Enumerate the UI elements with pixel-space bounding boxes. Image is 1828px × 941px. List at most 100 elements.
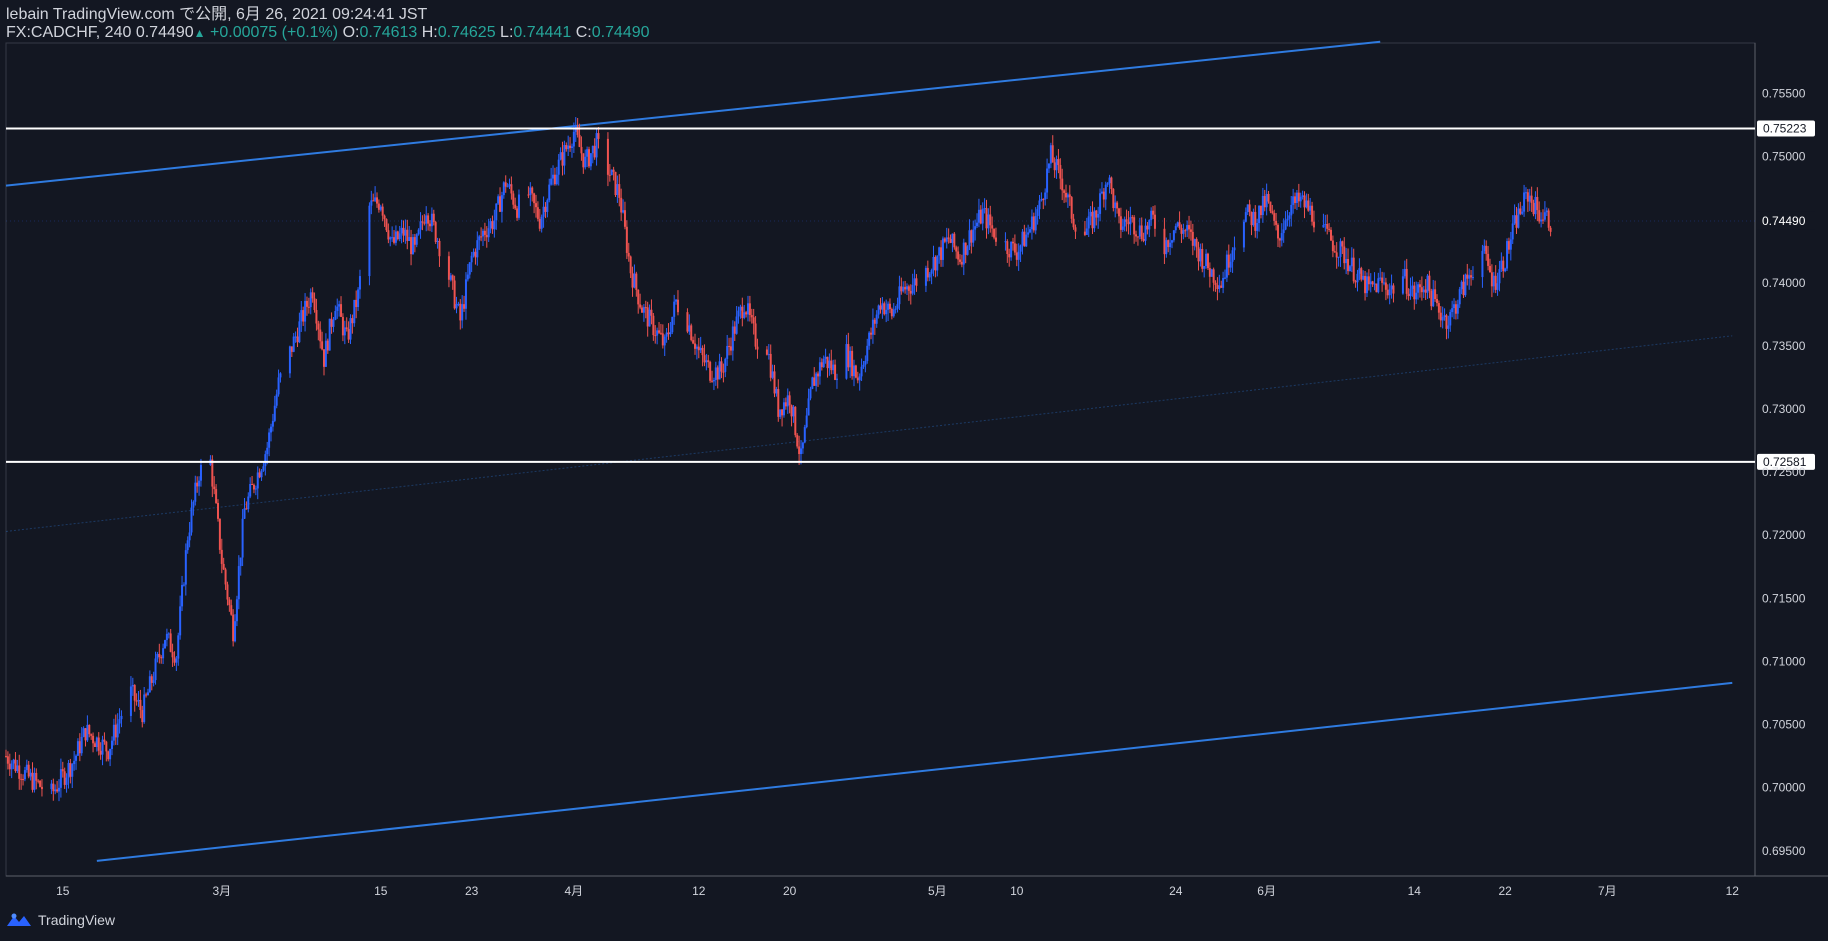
candle-body [271,420,274,427]
candle-body [143,694,146,723]
candle-body [1152,210,1155,215]
candle-body [389,237,392,240]
candle-body [313,298,316,310]
candle-body [1032,216,1035,231]
footer-brand[interactable]: TradingView [6,912,115,928]
channel-mid-line[interactable] [5,335,1733,532]
candle [800,439,802,465]
candle [461,295,464,329]
candle [220,538,223,574]
candle [1225,250,1228,282]
candle-body [1167,240,1170,248]
candle [1277,223,1279,247]
candle [938,246,941,264]
candle [589,153,592,171]
candle-body [993,228,996,238]
candle-body [141,710,144,723]
candle [1106,182,1109,187]
candle [417,228,420,236]
candle-body [898,286,901,305]
candle-body [1214,282,1217,285]
candle-body [1250,211,1253,226]
candle-body [162,648,165,659]
candle [1312,210,1315,233]
candle-body [260,470,263,478]
channel-upper-line[interactable] [5,40,1381,187]
candle [535,194,537,218]
candle [275,389,278,409]
candle-body [167,633,170,635]
channel-lower-line[interactable] [96,681,1733,862]
candle [941,236,944,267]
candle-body [383,215,386,220]
candle-body [1070,197,1073,219]
candle-body [1468,275,1471,279]
candle-body [1417,284,1420,293]
candle-body [33,772,36,790]
candle [141,705,144,728]
candle-body [856,377,859,381]
time-axis[interactable]: 15 3月 15 23 4月 12 20 5月 10 24 6月 14 22 7月 12 [56,884,1739,898]
candle-body [1540,219,1543,222]
candle [983,198,986,214]
price-axis[interactable]: 0.755000.750000.745000.740000.735000.730… [6,86,1815,858]
candle-body [459,303,462,321]
candle-body [589,153,592,167]
candle-body [1015,252,1018,260]
candle [1135,230,1138,242]
candle [1515,207,1518,234]
candle-body [101,739,104,755]
candle-body [1006,241,1009,254]
candle [67,759,70,789]
candle [432,209,435,226]
candle-body [665,332,668,337]
candle [595,128,598,166]
candle [540,214,543,233]
candle [947,228,950,244]
candle-body [765,349,768,355]
candle-body [1023,231,1026,247]
candle-body [249,484,252,497]
candle [296,327,299,348]
candle-body [817,373,820,377]
candle [955,245,958,259]
candle-body [1212,269,1215,283]
candle [107,750,110,762]
candle [1085,217,1088,235]
candle-body [35,772,38,781]
candle-body [319,329,322,342]
candle-body [298,321,301,343]
candle [1445,313,1448,340]
candle-body [22,779,25,781]
candle [71,763,74,789]
candle [95,736,98,752]
candle [413,233,416,253]
candle-body [393,237,396,243]
candle [133,684,136,712]
candle [629,255,632,279]
candle-body [1297,192,1300,202]
candle [701,345,704,367]
candle-body [1549,227,1552,232]
candle [332,316,335,333]
candle-body [434,222,437,242]
candle [1379,268,1382,281]
candle-body [1507,241,1510,250]
candle [328,318,331,351]
candle-body [152,680,155,683]
candle-body [1436,299,1438,304]
candle [1242,219,1245,253]
candle-body [493,220,496,230]
candle [728,337,731,356]
candle [805,407,808,429]
candle [1280,223,1283,247]
candle [1462,274,1465,298]
candle-body [482,230,484,237]
price-chart[interactable]: 0.752230.72581 0.755000.750000.745000.74… [0,0,1828,941]
candle-body [1184,230,1187,232]
candle-body [667,332,670,335]
candle [114,714,117,745]
candle [218,518,221,554]
candle-body [989,214,992,226]
candle [860,358,863,382]
